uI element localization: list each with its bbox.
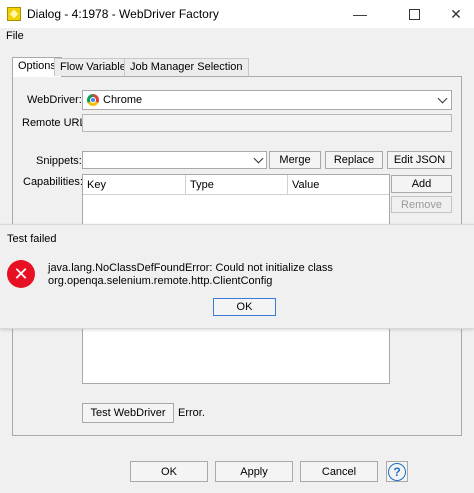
chevron-down-icon (437, 93, 448, 104)
remote-url-input[interactable] (82, 114, 452, 132)
maximize-button[interactable] (396, 0, 432, 28)
column-header-type[interactable]: Type (186, 175, 288, 195)
error-dialog-title: Test failed (7, 233, 57, 245)
menu-file[interactable]: File (6, 30, 24, 42)
remote-url-label: Remote URL: (22, 117, 89, 129)
webdriver-select[interactable]: Chrome (82, 90, 452, 110)
edit-json-button[interactable]: Edit JSON (387, 151, 452, 169)
tab-job-manager-selection[interactable]: Job Manager Selection (124, 58, 249, 76)
close-button[interactable]: ✕ (438, 0, 474, 28)
webdriver-value: Chrome (103, 94, 143, 106)
menu-bar (0, 28, 474, 46)
maximize-icon (408, 8, 420, 20)
help-button[interactable]: ? (386, 461, 408, 482)
error-icon: ✕ (7, 260, 35, 288)
ok-button[interactable]: OK (130, 461, 208, 482)
minimize-button[interactable]: — (342, 0, 378, 28)
window-title: Dialog - 4:1978 - WebDriver Factory (27, 7, 219, 21)
replace-button[interactable]: Replace (325, 151, 383, 169)
minimize-icon: — (353, 6, 367, 22)
error-message-line-2: org.openqa.selenium.remote.http.ClientCo… (48, 275, 273, 287)
webdriver-label: WebDriver: (27, 94, 82, 106)
close-icon: ✕ (450, 5, 462, 22)
remove-button[interactable]: Remove (391, 196, 452, 213)
capabilities-label: Capabilities: (23, 176, 83, 188)
merge-button[interactable]: Merge (269, 151, 321, 169)
apply-button[interactable]: Apply (215, 461, 293, 482)
cancel-button[interactable]: Cancel (300, 461, 378, 482)
snippets-label: Snippets: (36, 155, 82, 167)
chrome-icon (87, 94, 99, 106)
column-header-key[interactable]: Key (83, 175, 186, 195)
test-webdriver-button[interactable]: Test WebDriver (82, 403, 174, 423)
test-status: Error. (178, 407, 205, 419)
error-ok-button[interactable]: OK (213, 298, 276, 316)
app-icon (7, 7, 21, 21)
add-button[interactable]: Add (391, 175, 452, 193)
snippets-select[interactable] (82, 151, 267, 169)
error-message: java.lang.NoClassDefFoundError: Could no… (48, 262, 333, 288)
help-icon: ? (388, 462, 406, 481)
chevron-down-icon (253, 153, 264, 164)
column-header-value[interactable]: Value (288, 175, 389, 195)
error-message-line-1: java.lang.NoClassDefFoundError: Could no… (48, 262, 333, 274)
